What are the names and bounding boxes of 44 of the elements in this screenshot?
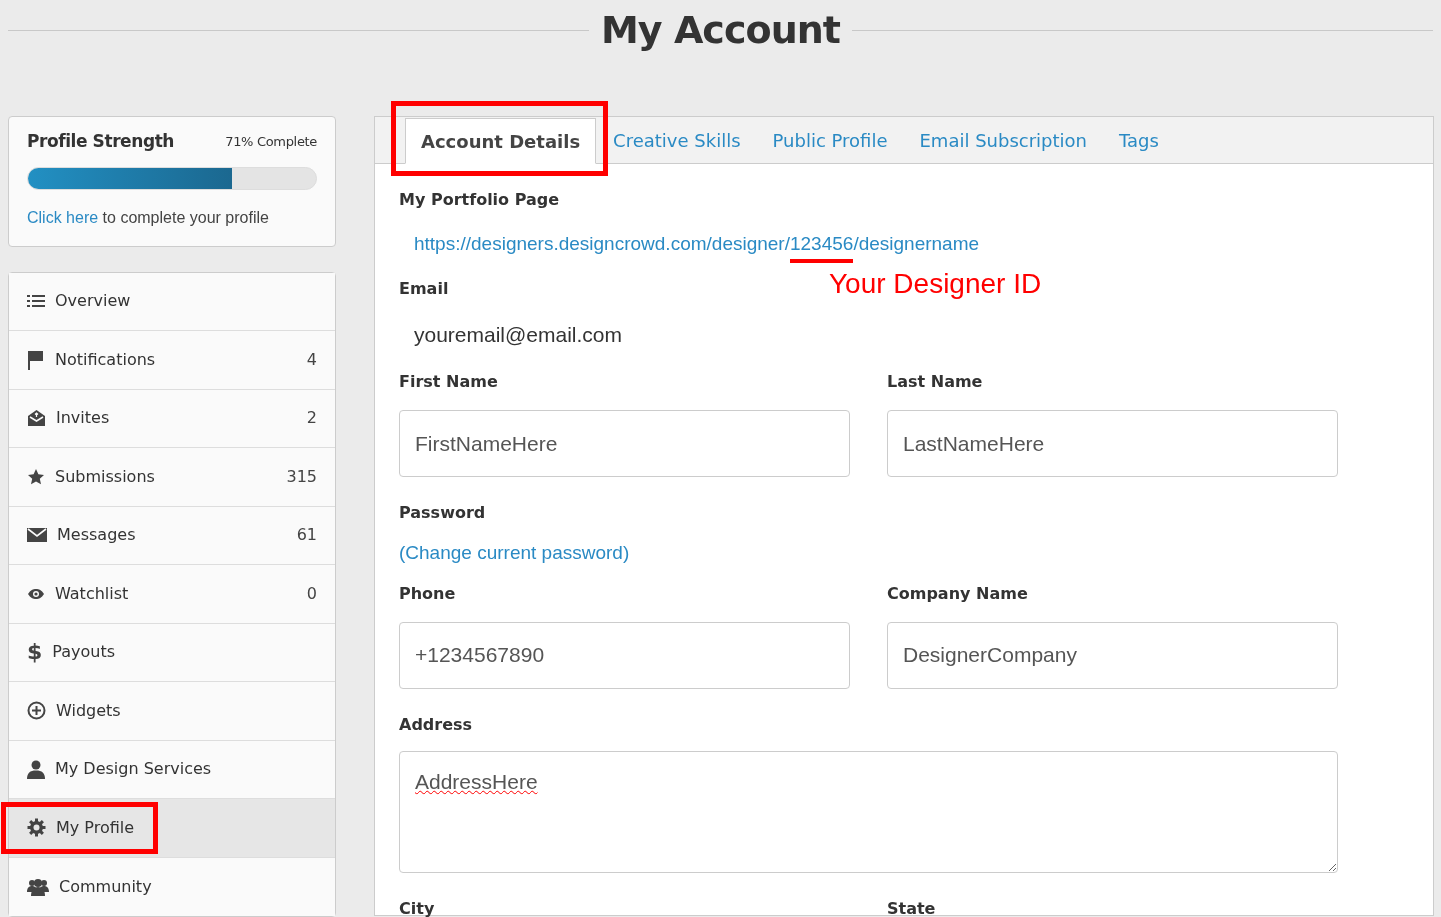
field-label: First Name <box>399 371 499 393</box>
envelope-icon <box>27 528 47 543</box>
click-here-link[interactable]: Click here <box>27 208 99 226</box>
input-field[interactable]: +1234567890 <box>399 621 850 689</box>
tab[interactable]: Account Details <box>405 118 597 164</box>
input-field[interactable]: DesignerCompany <box>887 621 1338 689</box>
change-password-link[interactable]: (Change current password) <box>399 539 630 568</box>
item-count: 0 <box>306 582 317 605</box>
page-title: My Account <box>600 6 841 54</box>
list-icon <box>27 293 45 310</box>
sidebar-item[interactable]: My Profile <box>9 799 335 858</box>
people-icon <box>27 877 49 896</box>
email-value: youremail@email.com <box>414 321 624 348</box>
annotation-underline <box>790 259 854 263</box>
gear-icon <box>27 818 46 838</box>
input-field[interactable]: FirstNameHere <box>399 410 850 477</box>
portfolio-link[interactable]: https://designers.designcrowd.com/designer/123456/designername <box>414 230 980 259</box>
field-label: Address <box>399 713 474 736</box>
envelope-open-icon <box>27 409 46 428</box>
item-count: 315 <box>286 465 317 488</box>
star-icon <box>27 467 45 486</box>
item-count: 61 <box>296 524 317 547</box>
eye-icon <box>27 587 45 600</box>
completion-status: 71% Complete <box>225 133 317 151</box>
field-label: City <box>399 897 436 917</box>
field-label: Company Name <box>887 582 1029 605</box>
field-label: My Portfolio Page <box>399 189 561 211</box>
item-count: 2 <box>306 407 317 430</box>
field-label: Last Name <box>887 371 984 393</box>
flag-icon <box>27 349 45 370</box>
item-count: 4 <box>306 348 317 371</box>
input-field[interactable]: LastNameHere <box>887 410 1338 477</box>
field-label: State <box>887 897 937 917</box>
address-field[interactable]: AddressHere <box>399 750 1338 873</box>
field-label: Email <box>399 277 449 300</box>
profile-hint: Click here to complete your profile <box>27 207 270 228</box>
field-label: Password <box>399 502 487 524</box>
annotation-text: Your Designer ID <box>829 266 1042 301</box>
dollar-icon: $ <box>27 641 43 664</box>
sidebar-item[interactable]: Overview <box>9 272 335 331</box>
person-icon <box>27 759 45 779</box>
plus-circle-icon <box>27 701 46 721</box>
card-title: Profile Strength <box>27 130 174 153</box>
field-label: Phone <box>399 582 457 605</box>
